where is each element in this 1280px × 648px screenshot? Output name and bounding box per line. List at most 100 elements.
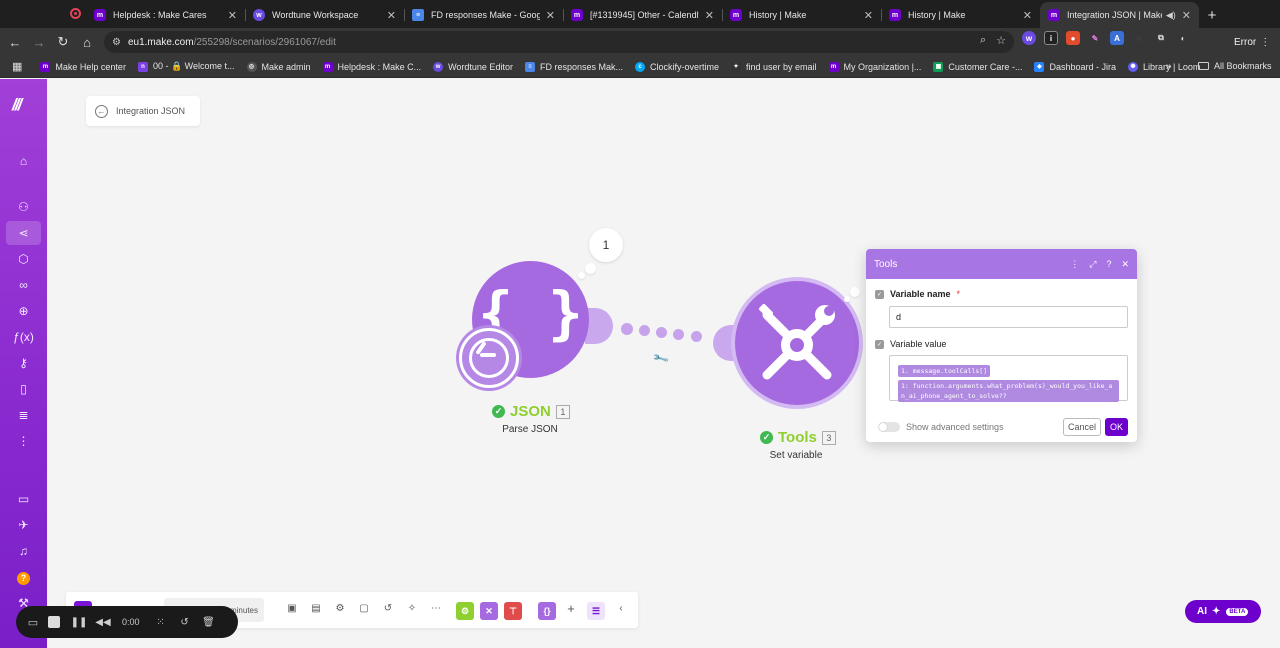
team-icon[interactable]: ⚇: [0, 195, 47, 219]
checkbox-icon[interactable]: ✓: [875, 339, 884, 349]
add-module-icon[interactable]: +: [564, 601, 578, 616]
functions-icon[interactable]: ƒ(x): [0, 325, 47, 349]
make-logo[interactable]: ///: [12, 95, 22, 115]
home-icon[interactable]: ⌂: [0, 149, 47, 173]
info-extension-icon[interactable]: i: [1044, 31, 1058, 45]
advanced-settings-toggle[interactable]: Show advanced settings: [878, 422, 1004, 432]
bookmark-item[interactable]: c Clockify-overtime: [634, 61, 719, 72]
save-icon[interactable]: ▣: [285, 603, 299, 614]
address-bar[interactable]: ⚙ eu1.make.com/255298/scenarios/2961067/…: [104, 31, 1014, 53]
close-icon[interactable]: ✕: [1182, 9, 1191, 22]
tools-shortcut-icon[interactable]: ⚙: [456, 602, 474, 620]
tab-fd-responses[interactable]: ≡ FD responses Make - Google ✕: [404, 2, 563, 28]
data-stores-icon[interactable]: ≣: [0, 403, 47, 427]
bookmark-item[interactable]: m Helpdesk : Make C...: [322, 61, 421, 72]
bookmark-item[interactable]: ✦ find user by email: [731, 61, 817, 72]
back-to-scenarios-button[interactable]: ← Integration JSON: [86, 96, 200, 126]
scenarios-icon[interactable]: ⋖: [0, 221, 47, 245]
bookmark-item[interactable]: ✺ Library | Loom: [1127, 61, 1200, 72]
more-options-icon[interactable]: ⋮: [1070, 259, 1079, 270]
tools-module-label[interactable]: ✓ Tools 3: [760, 429, 836, 446]
schedule-clock-icon[interactable]: [459, 328, 519, 388]
tab-wordtune[interactable]: w Wordtune Workspace ✕: [245, 2, 404, 28]
json-module-label[interactable]: ✓ JSON 1: [492, 403, 570, 420]
wordtune-extension-icon[interactable]: w: [1022, 31, 1036, 45]
translate-extension-icon[interactable]: A: [1110, 31, 1124, 45]
bookmark-item[interactable]: n 00 - 🔒 Welcome t...: [137, 61, 235, 72]
favorites-icon[interactable]: ☰: [587, 602, 605, 620]
expand-icon[interactable]: ⤢: [1089, 259, 1096, 270]
loading-extension-icon[interactable]: ◌: [1132, 31, 1146, 45]
grid-icon[interactable]: ⁙: [152, 617, 170, 628]
stop-recording-button[interactable]: [48, 616, 60, 628]
mapped-token[interactable]: 1: function.arguments.what_problem(s)_wo…: [898, 380, 1119, 402]
help-icon[interactable]: ?: [0, 566, 47, 590]
docs-book-icon[interactable]: ▭: [0, 487, 47, 511]
tools-module[interactable]: [735, 281, 859, 405]
toggle-switch[interactable]: [878, 422, 900, 432]
forward-arrow-icon[interactable]: →: [27, 30, 51, 54]
apps-grid-icon[interactable]: ▦: [12, 60, 22, 73]
flow-control-icon[interactable]: ✕: [480, 602, 498, 620]
puzzle-icon[interactable]: ⧉: [1154, 31, 1168, 45]
help-icon[interactable]: ?: [1106, 259, 1111, 269]
close-icon[interactable]: ✕: [387, 9, 396, 22]
more-dots-icon[interactable]: ⋯: [429, 603, 443, 614]
new-tab-button[interactable]: +: [1199, 2, 1225, 28]
profile-icon[interactable]: ◐: [1176, 31, 1190, 45]
bookmark-item[interactable]: ▦ Customer Care -...: [933, 61, 1022, 72]
ok-button[interactable]: OK: [1105, 418, 1128, 436]
mapped-token[interactable]: 1. message.toolCalls[]: [898, 365, 991, 377]
site-settings-icon[interactable]: ⚙: [112, 37, 121, 48]
auto-align-icon[interactable]: ✧: [405, 603, 419, 614]
bookmark-item[interactable]: ≡ FD responses Mak...: [524, 61, 623, 72]
close-icon[interactable]: ✕: [1121, 259, 1129, 270]
webhooks-icon[interactable]: ⊕: [0, 299, 47, 323]
close-icon[interactable]: ✕: [864, 9, 873, 22]
bookmark-item[interactable]: ◆ Dashboard - Jira: [1034, 61, 1116, 72]
notes-icon[interactable]: ▢: [357, 603, 371, 614]
rewind-icon[interactable]: ◀◀: [94, 617, 112, 628]
launch-icon[interactable]: ✈: [0, 513, 47, 537]
zoom-icon[interactable]: ⌕: [980, 34, 986, 47]
reload-icon[interactable]: ↻: [51, 30, 75, 54]
close-icon[interactable]: ✕: [546, 9, 555, 22]
close-icon[interactable]: ✕: [1023, 9, 1032, 22]
connections-icon[interactable]: ∞: [0, 273, 47, 297]
recorder-extension-icon[interactable]: ●: [1066, 31, 1080, 45]
tab-integration-json[interactable]: m Integration JSON | Make ◀) ✕: [1040, 2, 1199, 28]
tab-calendly[interactable]: m [#1319945] Other - Calendly ✕: [563, 2, 722, 28]
close-icon[interactable]: ✕: [705, 9, 714, 22]
devices-icon[interactable]: ▯: [0, 377, 47, 401]
variable-value-input[interactable]: 1. message.toolCalls[] 1: function.argum…: [889, 355, 1128, 402]
bookmark-item[interactable]: m Make Help center: [40, 61, 126, 72]
tab-helpdesk[interactable]: m Helpdesk : Make Cares ✕: [86, 2, 245, 28]
more-bookmarks-icon[interactable]: »: [1166, 61, 1172, 72]
text-parser-icon[interactable]: ⊤: [504, 602, 522, 620]
back-arrow-icon[interactable]: ←: [3, 30, 27, 54]
restart-icon[interactable]: ↺: [176, 617, 194, 628]
more-icon[interactable]: ⋮: [0, 429, 47, 453]
keys-icon[interactable]: ⚷: [0, 351, 47, 375]
profile-error-button[interactable]: Error ⋮: [1228, 32, 1276, 52]
close-icon[interactable]: ✕: [228, 9, 237, 22]
tab-history-1[interactable]: m History | Make ✕: [722, 2, 881, 28]
operation-count-bubble[interactable]: 1: [589, 228, 623, 262]
bookmark-star-icon[interactable]: ☆: [996, 34, 1006, 47]
bookmark-item[interactable]: w Wordtune Editor: [433, 61, 513, 72]
pause-icon[interactable]: ❚❚: [70, 617, 88, 628]
pen-extension-icon[interactable]: ✎: [1088, 31, 1102, 45]
data-structure-icon[interactable]: ▤: [309, 603, 323, 614]
cancel-button[interactable]: Cancel: [1063, 418, 1101, 436]
settings-icon[interactable]: ⚙: [333, 603, 347, 614]
checkbox-icon[interactable]: ✓: [875, 289, 884, 299]
bookmark-item[interactable]: m My Organization |...: [828, 61, 921, 72]
templates-icon[interactable]: ⬡: [0, 247, 47, 271]
undo-icon[interactable]: ↺: [381, 603, 395, 614]
camera-icon[interactable]: ▭: [24, 616, 42, 629]
speaker-icon[interactable]: ◀): [1166, 10, 1176, 21]
all-bookmarks-button[interactable]: All Bookmarks: [1198, 61, 1272, 71]
trash-icon[interactable]: 🗑: [200, 617, 218, 628]
collapse-chevron-icon[interactable]: ‹: [614, 603, 628, 614]
notifications-icon[interactable]: ♫: [0, 539, 47, 563]
